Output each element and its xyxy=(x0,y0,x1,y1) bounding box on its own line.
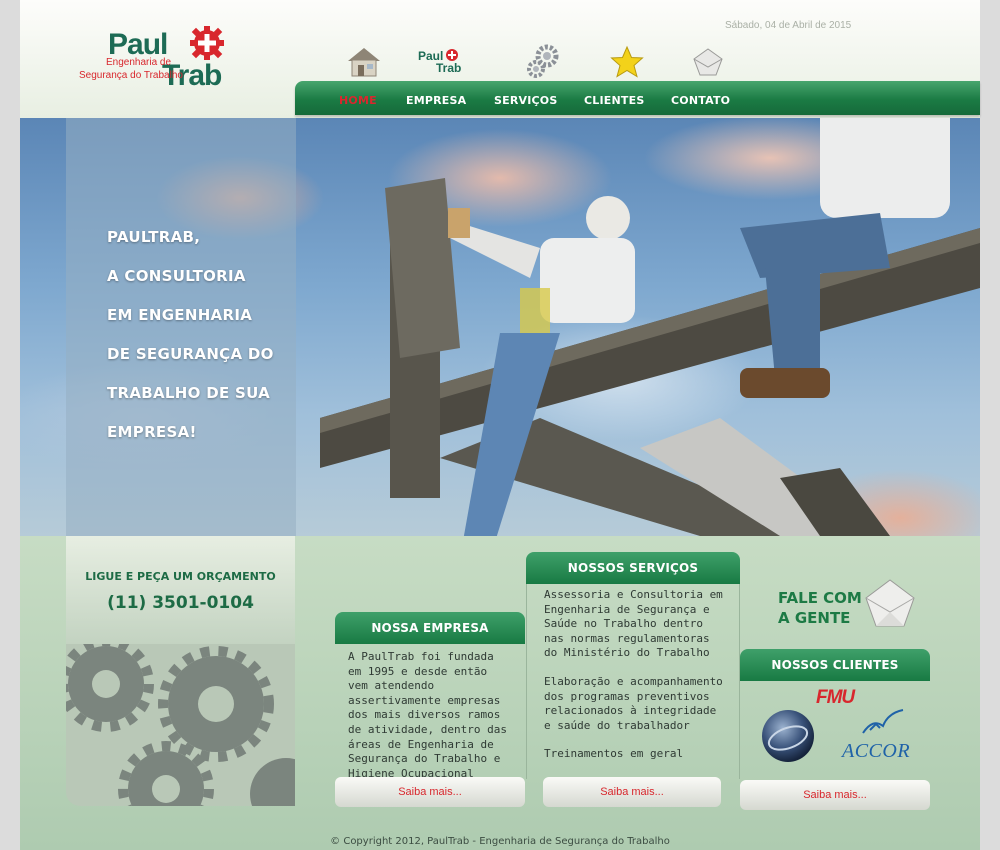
gear-cross-logo-icon xyxy=(190,26,224,60)
empresa-more-button[interactable]: Saiba mais... xyxy=(335,777,525,807)
client-logo-fmu[interactable]: FMU xyxy=(816,687,855,709)
main-nav: HOME EMPRESA SERVIÇOS CLIENTES CONTATO xyxy=(295,81,980,115)
empresa-title: NOSSA EMPRESA xyxy=(335,612,525,644)
hero-headline: PAULTRAB, A CONSULTORIA EM ENGENHARIA DE… xyxy=(107,218,297,452)
hero-banner: PAULTRAB, A CONSULTORIA EM ENGENHARIA DE… xyxy=(20,118,980,536)
envelope-icon[interactable] xyxy=(688,44,728,80)
empresa-text: A PaulTrab foi fundada em 1995 e desde e… xyxy=(348,650,507,780)
footer-copyright: © Copyright 2012, PaulTrab - Engenharia … xyxy=(330,836,670,847)
clientes-title: NOSSOS CLIENTES xyxy=(740,649,930,681)
client-logo-accor-birds-icon xyxy=(862,709,904,734)
hero-line: TRABALHO DE SUA xyxy=(107,384,271,402)
hero-line: EM ENGENHARIA xyxy=(107,306,253,324)
current-date: Sábado, 04 de Abril de 2015 xyxy=(725,20,852,31)
nav-icons: Paul Trab xyxy=(338,44,738,82)
servicos-box: NOSSOS SERVIÇOS Assessoria e Consultoria… xyxy=(526,552,740,807)
gears-icon xyxy=(66,644,295,806)
servico-item: Treinamentos em geral xyxy=(544,747,684,761)
nav-servicos[interactable]: SERVIÇOS xyxy=(494,94,557,107)
hero-line: A CONSULTORIA xyxy=(107,267,246,285)
nav-home[interactable]: HOME xyxy=(339,94,377,107)
nav-contato[interactable]: CONTATO xyxy=(671,94,730,107)
client-logo-sphere-icon[interactable] xyxy=(760,708,816,764)
contact-cta-line1: FALE COM xyxy=(778,589,862,607)
paultrab-logo-icon[interactable]: Paul Trab xyxy=(416,44,466,80)
phone-number[interactable]: (11) 3501-0104 xyxy=(66,593,295,613)
contact-cta-line2: A GENTE xyxy=(778,609,851,627)
quote-cta: LIGUE E PEÇA UM ORÇAMENTO xyxy=(85,570,276,583)
star-icon[interactable] xyxy=(607,44,647,80)
contact-cta[interactable]: FALE COM A GENTE xyxy=(778,588,862,628)
nav-empresa[interactable]: EMPRESA xyxy=(406,94,466,107)
header: Sábado, 04 de Abril de 2015 Paul Trab En… xyxy=(20,0,980,118)
gears-icon[interactable] xyxy=(524,44,564,80)
house-icon[interactable] xyxy=(344,44,384,80)
servicos-more-button[interactable]: Saiba mais... xyxy=(543,777,721,807)
servico-item: Assessoria e Consultoria em Engenharia d… xyxy=(544,588,723,660)
servico-item: Elaboração e acompanhamento dos programa… xyxy=(544,674,723,732)
page: Sábado, 04 de Abril de 2015 Paul Trab En… xyxy=(20,0,980,850)
logo-tagline-2: Segurança do Trabalho xyxy=(79,70,183,81)
servicos-list: Assessoria e Consultoria em Engenharia d… xyxy=(526,584,740,779)
empresa-box: NOSSA EMPRESA A PaulTrab foi fundada em … xyxy=(335,612,525,807)
clientes-more-button[interactable]: Saiba mais... xyxy=(740,780,930,810)
svg-text:Trab: Trab xyxy=(436,61,461,75)
hero-line: DE SEGURANÇA DO xyxy=(107,345,274,363)
logo-tagline-1: Engenharia de xyxy=(106,57,172,68)
hero-line: PAULTRAB, xyxy=(107,228,201,246)
servicos-title: NOSSOS SERVIÇOS xyxy=(526,552,740,584)
quote-box: LIGUE E PEÇA UM ORÇAMENTO (11) 3501-0104 xyxy=(66,536,295,644)
hero-line: EMPRESA! xyxy=(107,423,197,441)
nav-clientes[interactable]: CLIENTES xyxy=(584,94,644,107)
client-logo-accor[interactable]: ACCOR xyxy=(842,740,910,763)
envelope-icon[interactable] xyxy=(862,578,918,632)
site-logo[interactable]: Paul Trab Engenharia de Segurança do Tra… xyxy=(78,26,238,96)
gears-decoration xyxy=(66,644,295,806)
